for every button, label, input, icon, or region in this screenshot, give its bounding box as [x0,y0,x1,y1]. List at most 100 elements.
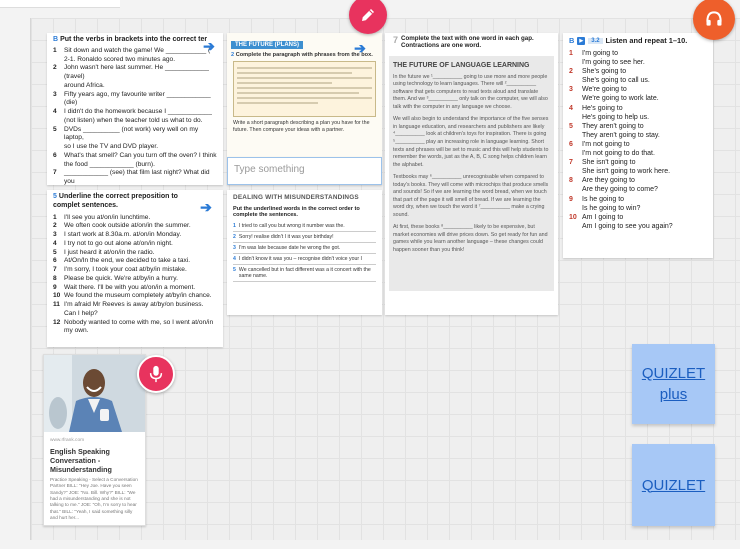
list-item[interactable]: 6 At/On/In the end, we decided to take a … [53,257,217,266]
item-text-wrap: I'm afraid Mr Reeves is away at/by/on bu… [64,301,203,319]
list-item[interactable]: 4 I didn't do the homework because I ____… [53,108,217,126]
microphone-icon[interactable] [137,355,175,393]
card-future-plans[interactable]: THE FUTURE (PLANS) 2 Complete the paragr… [227,33,382,157]
item-number: 7 [53,169,57,177]
list-item[interactable]: 12 Nobody wanted to come with me, so I we… [53,319,217,337]
list-item[interactable]: 4 I try not to go out alone at/on/in nigh… [53,240,217,249]
arrow-right-icon[interactable]: ➔ [353,41,367,55]
item-text: I'll see you at/on/in lunchtime. [64,213,151,221]
listen-line: Are they going to [582,177,635,185]
row-text: We cancelled but in fact different was a… [238,267,371,279]
future-footnote: Write a short paragraph describing a pla… [233,120,370,133]
sticky-quizlet[interactable]: QUIZLET [632,444,715,526]
item-text-wrap: Nobody wanted to come with me, so I went… [64,319,213,337]
list-item[interactable]: 3 I start work at 8.30a.m. at/on/in Monda… [53,231,217,240]
list-item[interactable]: 5 I just heard it at/on/in the radio. [53,249,217,258]
list-item[interactable]: 3 Fifty years ago, my favourite writer __… [53,91,217,109]
listen-line: They aren't going to stay. [582,131,660,139]
card-misunderstandings[interactable]: DEALING WITH MISUNDERSTANDINGS Put the u… [227,190,382,315]
item-number: 5 [53,125,57,133]
item-number: 10 [53,292,61,300]
card-verb-tenses[interactable]: B Put the verbs in brackets into the corr… [47,33,223,185]
item-text-wrap: John wasn't here last summer. He _______… [64,64,217,90]
listen-item[interactable]: 5 They aren't going to They aren't going t… [569,122,707,140]
misund-row[interactable]: 5 We cancelled but in fact different was … [233,265,376,282]
link-thumbnail[interactable] [44,355,145,432]
listen-line: She isn't going to work here. [582,168,671,176]
microphone-glyph [149,365,163,383]
list-item[interactable]: 1 Sit down and watch the game! We _______… [53,47,217,65]
item-number: 9 [569,195,573,203]
verbs-list: 1 Sit down and watch the game! We _______… [53,47,217,185]
listen-item[interactable]: 8 Are they going to Are they going to come… [569,176,707,194]
misund-row[interactable]: 1I tried to call you but wrong it number… [233,221,376,232]
card-language-learning[interactable]: 7 Complete the text with one word in eac… [385,33,558,315]
track-number: 3.2 [588,37,603,44]
lang-paragraphs: In the future we ¹__________ going to us… [393,74,550,254]
lang-instruction: 7 Complete the text with one word in eac… [385,33,558,52]
misund-row[interactable]: 3 I'm was late because date he wrong the … [233,243,376,254]
card-listen-repeat[interactable]: B ▶ 3.2 Listen and repeat 1–10. 1 I'm goi… [563,33,713,258]
listen-item[interactable]: 3 We're going to We're going to work late. [569,85,707,103]
article-paragraph: Textbooks may ⁶__________ unrecognisable… [393,174,549,218]
headphones-icon[interactable] [693,0,735,40]
list-item[interactable]: 1 I'll see you at/on/in lunchtime. [53,214,217,223]
list-item[interactable]: 5 DVDs __________ (not work) very well on… [53,126,217,152]
listen-lines: He's going to He's going to help us. [582,104,649,122]
list-item[interactable]: 10 We found the museum completely at/by/i… [53,292,217,301]
article-paragraph: In the future we ¹__________ going to us… [393,73,548,110]
item-number: 3 [53,231,57,239]
listen-item[interactable]: 10 Am I going to Am I going to see you aga… [569,213,707,231]
listen-lines: She's going to She's going to call us. [582,67,650,85]
list-item[interactable]: 6 What's that smell? Can you turn off the… [53,152,217,170]
listen-lines: They aren't going to They aren't going to… [582,122,660,140]
listen-item[interactable]: 7 She isn't going to She isn't going to wo… [569,158,707,176]
exercise-number: 2 [231,52,235,58]
listen-line: She's going to call us. [582,77,650,85]
lang-instruction-text: Complete the text with one word in each … [401,35,534,50]
headphones-glyph [706,11,722,26]
item-text: I just heard it at/on/in the radio. [64,248,155,256]
item-number: 9 [53,283,57,291]
arrow-right-icon[interactable]: ➔ [199,200,213,214]
link-title[interactable]: English Speaking Conversation - Misunder… [44,445,145,476]
list-item[interactable]: 2 John wasn't here last summer. He ______… [53,64,217,90]
listen-item[interactable]: 6 I'm not going to I'm not going to do tha… [569,140,707,158]
post-composer[interactable]: Type something [227,157,382,185]
prep-list: 1 I'll see you at/on/in lunchtime. 2 We oft… [53,214,217,337]
misund-row[interactable]: 2 Sorry! realise didn't I it was your bir… [233,232,376,243]
listen-item[interactable]: 4 He's going to He's going to help us. [569,104,707,122]
listen-item[interactable]: 9 Is he going to Is he going to win? [569,195,707,213]
play-icon[interactable]: ▶ [577,36,586,45]
composer-placeholder[interactable]: Type something [228,158,381,181]
businessman-photo [44,355,145,432]
listen-item[interactable]: 2 She's going to She's going to call us. [569,67,707,85]
list-item[interactable]: 9 Wait there. I'll be with you at/on/in a… [53,284,217,293]
sticky-quizlet-plus[interactable]: QUIZLET plus [632,344,715,424]
quizlet-plus-link[interactable]: QUIZLET plus [642,363,705,405]
listen-item[interactable]: 1 I'm going to I'm going to see her. [569,49,707,67]
list-item[interactable]: 7 ____________ (see) that film last night… [53,169,217,185]
list-item[interactable]: 11 I'm afraid Mr Reeves is away at/by/on … [53,301,217,319]
link-description: Practice Speaking - Select a Conversatio… [50,477,138,521]
card-prepositions[interactable]: 5 Underline the correct preposition to co… [47,190,223,347]
misund-rows: 1I tried to call you but wrong it number… [233,221,376,282]
item-text: Fifty years ago, my favourite writer ___… [64,90,211,107]
row-number: 2 [233,234,236,240]
exercise-instruction: Put the verbs in brackets into the corre… [60,36,208,43]
list-item[interactable]: 8 Please be quick. We're at/by/in a hurry… [53,275,217,284]
item-text: DVDs __________ (not work) very well on … [64,125,199,142]
quizlet-link[interactable]: QUIZLET [642,475,705,496]
item-number: 5 [569,122,573,130]
list-item[interactable]: 2 We often cook outside at/on/in the summ… [53,222,217,231]
verbs-title: B Put the verbs in brackets into the corr… [53,36,217,45]
item-number: 6 [53,151,57,159]
row-text: Sorry! realise didn't I it was your birt… [238,234,334,240]
misund-row[interactable]: 4I didn't know it was you – recognise di… [233,254,376,265]
listen-lines: She isn't going to She isn't going to wor… [582,158,670,176]
prep-title: 5 Underline the correct preposition to co… [53,193,217,211]
card-link-preview[interactable]: www.rfrank.com English Speaking Conversa… [43,354,146,526]
arrow-right-icon[interactable]: ➔ [202,39,216,53]
list-item[interactable]: 7 I'm sorry, I took your coat at/by/in mi… [53,266,217,275]
exercise-number: B [53,36,59,43]
